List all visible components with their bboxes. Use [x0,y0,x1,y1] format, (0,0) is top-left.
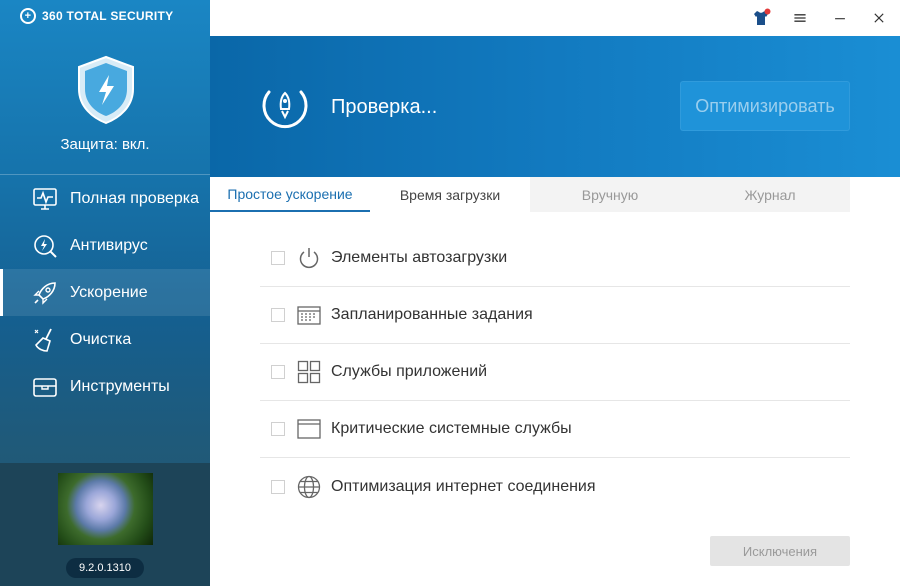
item-label: Службы приложений [331,363,488,380]
sidebar-item-cleanup[interactable]: Очистка [0,316,210,363]
list-item[interactable]: Запланированные задания [260,287,850,344]
magnifier-bolt-icon [30,233,60,259]
skin-tshirt-icon[interactable] [751,8,771,28]
optimization-list: Элементы автозагрузки Запланированные за… [260,230,850,515]
globe-icon [296,474,322,500]
sidebar-footer: 9.2.0.1310 [0,463,210,586]
version-badge: 9.2.0.1310 [66,558,144,578]
checkbox[interactable] [271,308,285,322]
sidebar-item-label: Полная проверка [70,189,200,207]
brand-logo: + 360 TOTAL SECURITY [20,8,173,24]
item-label: Критические системные службы [331,420,572,437]
calendar-icon [296,302,322,328]
speedup-header: Проверка... Оптимизировать [210,36,900,177]
optimize-button[interactable]: Оптимизировать [680,81,850,131]
tab-log[interactable]: Журнал [690,177,850,212]
menu-icon[interactable] [790,8,810,28]
list-item[interactable]: Критические системные службы [260,401,850,458]
rocket-progress-icon [262,90,308,129]
sidebar-nav: Полная проверка Антивирус Ускорение Очис… [0,174,210,410]
tab-bar: Простое ускорение Время загрузки Вручную… [210,177,900,212]
sidebar-item-label: Очистка [70,330,132,348]
checkbox[interactable] [271,422,285,436]
item-label: Оптимизация интернет соединения [331,477,596,495]
sidebar-item-tools[interactable]: Инструменты [0,363,210,410]
tab-bar-filler [850,177,900,212]
item-label: Запланированные задания [331,306,533,323]
sidebar-item-antivirus[interactable]: Антивирус [0,222,210,269]
wallpaper-thumbnail[interactable] [58,473,153,545]
rocket-icon [30,280,60,306]
sidebar-item-label: Инструменты [70,377,170,395]
sidebar: + 360 TOTAL SECURITY Защита: вкл. Полная… [0,0,210,586]
checkbox[interactable] [271,365,285,379]
sidebar-item-label: Антивирус [70,236,148,254]
tab-simple-speedup[interactable]: Простое ускорение [210,177,370,212]
protection-status: Защита: вкл. [60,136,150,153]
plus-circle-icon: + [20,8,36,24]
list-item[interactable]: Оптимизация интернет соединения [260,458,850,515]
brand-name: 360 TOTAL SECURITY [42,9,174,23]
grid-icon [296,359,322,385]
minimize-icon[interactable] [830,8,850,28]
tab-manual[interactable]: Вручную [530,177,690,212]
tab-boot-time[interactable]: Время загрузки [370,177,530,212]
scan-status: Проверка... [331,96,438,118]
toolbox-icon [30,374,60,400]
power-icon [296,245,322,271]
close-icon[interactable] [869,8,889,28]
titlebar [210,0,900,36]
window-icon [296,416,322,442]
sidebar-item-speedup[interactable]: Ускорение [0,269,210,316]
checkbox[interactable] [271,479,285,494]
shield-icon[interactable] [75,55,137,125]
sidebar-item-full-scan[interactable]: Полная проверка [0,175,210,222]
list-item[interactable]: Службы приложений [260,344,850,401]
checkbox[interactable] [271,251,285,265]
monitor-pulse-icon [30,186,60,212]
broom-icon [30,327,60,353]
exclusions-button[interactable]: Исключения [710,536,850,566]
sidebar-item-label: Ускорение [70,283,148,301]
item-label: Элементы автозагрузки [331,249,508,266]
list-item[interactable]: Элементы автозагрузки [260,230,850,287]
